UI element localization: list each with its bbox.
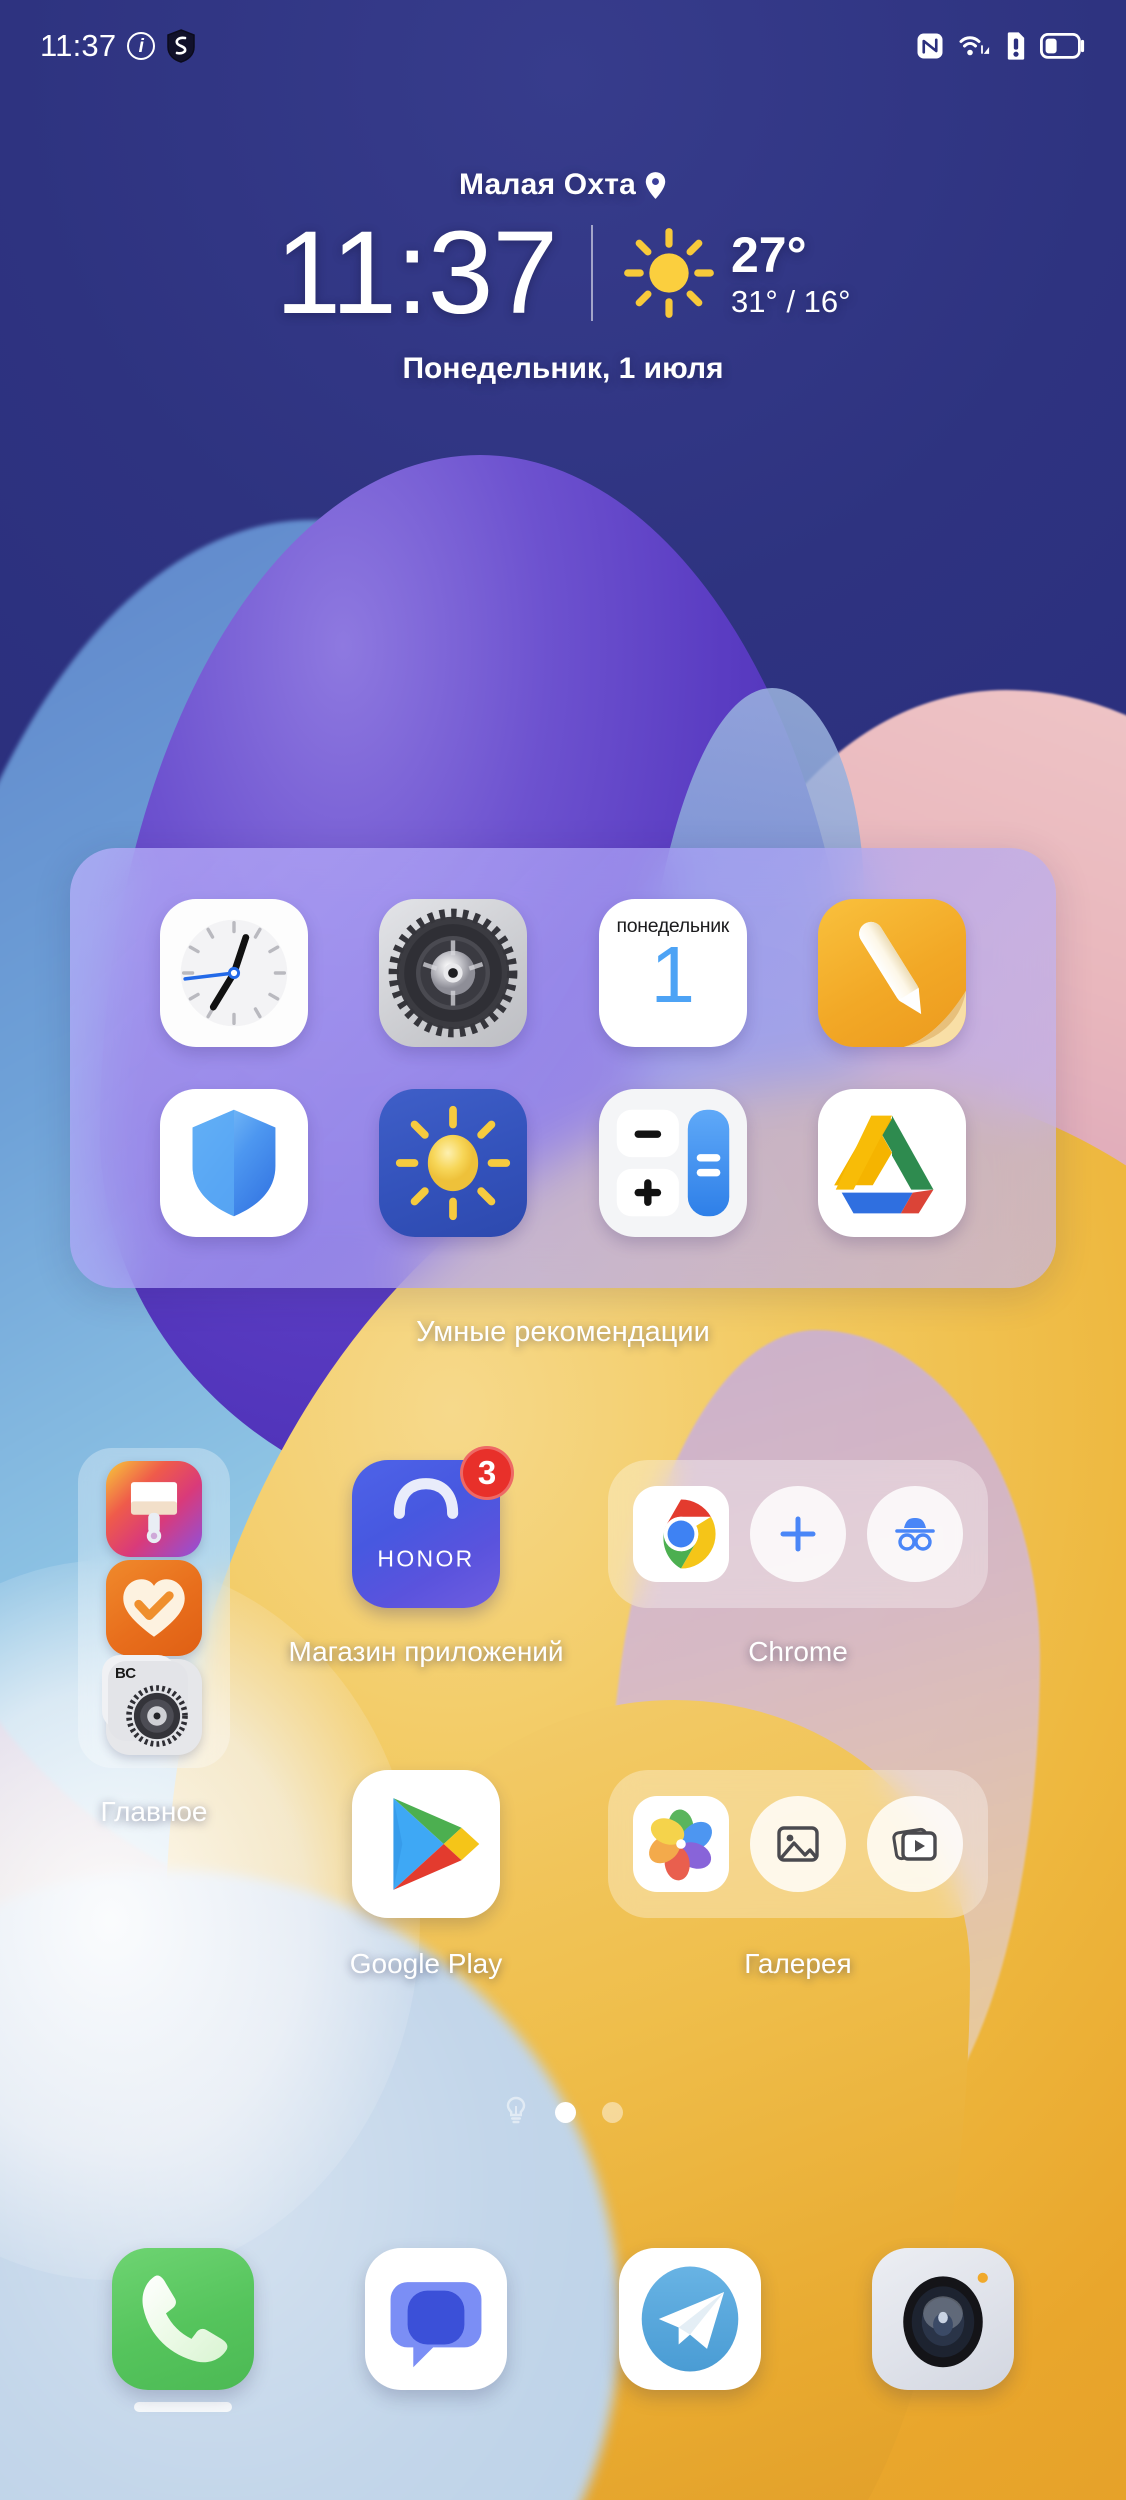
dock-item-phone[interactable]	[103, 2248, 263, 2412]
folder-chrome-label: Chrome	[748, 1636, 848, 1667]
sim-alert-icon	[1005, 31, 1027, 61]
weather-location[interactable]: Малая Охта	[0, 168, 1126, 202]
honor-store-badge: 3	[460, 1446, 514, 1500]
honor-store-label: Магазин приложений	[288, 1636, 564, 1667]
security-shield-icon	[166, 29, 196, 63]
security-app-icon[interactable]	[159, 1089, 308, 1237]
smart-recommendations-card[interactable]: понедельник 1	[70, 848, 1056, 1288]
weather-temperature: 27°	[730, 226, 807, 283]
sunny-icon	[621, 225, 717, 321]
photo-icon[interactable]	[749, 1796, 846, 1892]
dock	[0, 2248, 1126, 2448]
new-tab-plus-icon[interactable]	[749, 1486, 846, 1582]
folder-main[interactable]: ВС	[78, 1448, 230, 1768]
status-bar-right	[915, 31, 1086, 61]
weather-app-icon[interactable]	[379, 1089, 528, 1237]
google-drive-icon[interactable]	[818, 1089, 967, 1237]
weather-block[interactable]: 27° 31° / 16°	[621, 225, 851, 321]
battery-icon	[1040, 33, 1086, 59]
lightbulb-icon[interactable]	[503, 2095, 529, 2130]
camera-app-icon	[872, 2248, 1015, 2390]
clock-date: Понедельник, 1 июля	[402, 352, 724, 385]
health-app-icon[interactable]	[106, 1560, 202, 1656]
cleanup-app-icon[interactable]	[106, 1461, 202, 1557]
weather-range: 31° / 16°	[730, 283, 851, 319]
page-dot-1[interactable]	[555, 2102, 576, 2123]
clock-time[interactable]: 11:37	[275, 214, 558, 332]
dock-item-messages[interactable]	[356, 2248, 516, 2390]
google-play-app[interactable]	[352, 1770, 500, 1918]
weather-location-text: Малая Охта	[458, 168, 637, 201]
settings-stack-text: ВС	[115, 1665, 137, 1682]
settings-app-icon[interactable]	[379, 899, 528, 1047]
clock-app-icon[interactable]	[159, 899, 308, 1047]
gallery-app-icon[interactable]	[632, 1796, 729, 1892]
dock-item-telegram[interactable]	[610, 2248, 770, 2390]
settings-stack-icon[interactable]: ВС	[102, 1655, 202, 1755]
messages-app-icon	[365, 2248, 508, 2390]
folder-gallery-label: Галерея	[744, 1948, 852, 1979]
calendar-day: 1	[650, 930, 696, 1019]
clock-weather-row: 11:37 27° 31° / 16°	[0, 214, 1126, 332]
google-play-icon	[352, 1770, 500, 1918]
nfc-icon	[915, 31, 945, 61]
widget-divider	[590, 225, 593, 321]
folder-gallery[interactable]	[608, 1770, 988, 1918]
smart-recommendations-label: Умные рекомендации	[416, 1316, 710, 1348]
wifi-icon	[958, 32, 992, 60]
video-icon[interactable]	[867, 1796, 964, 1892]
calculator-app-icon[interactable]	[598, 1089, 747, 1237]
calendar-app-icon[interactable]: понедельник 1	[598, 899, 747, 1047]
wallpaper-lilac-shape	[610, 1330, 1040, 2150]
info-icon: i	[127, 32, 156, 60]
phone-app-icon	[111, 2248, 254, 2390]
chrome-app-icon[interactable]	[632, 1486, 729, 1582]
home-screen: 11:37 i Малая Охта 11:37 27° 31° / 16° П…	[0, 0, 1126, 2500]
status-bar-left: 11:37 i	[40, 28, 196, 64]
telegram-app-icon	[618, 2248, 761, 2390]
page-dot-2[interactable]	[602, 2102, 623, 2123]
clock-weather-widget[interactable]: Малая Охта 11:37 27° 31° / 16° Понедельн…	[0, 168, 1126, 386]
honor-store-app[interactable]: HONOR 3	[352, 1446, 514, 1608]
svg-text:HONOR: HONOR	[377, 1546, 474, 1572]
folder-main-label: Главное	[100, 1796, 208, 1827]
location-pin-icon	[644, 171, 667, 200]
dock-item-camera[interactable]	[863, 2248, 1023, 2390]
incognito-tab-icon[interactable]	[867, 1486, 964, 1582]
page-indicator[interactable]	[0, 2095, 1126, 2130]
status-bar-clock: 11:37	[40, 28, 117, 63]
folder-chrome[interactable]	[608, 1460, 988, 1608]
notes-app-icon[interactable]	[818, 899, 967, 1047]
google-play-label: Google Play	[349, 1948, 503, 1979]
status-bar: 11:37 i	[0, 0, 1126, 92]
phone-active-indicator	[133, 2402, 232, 2412]
